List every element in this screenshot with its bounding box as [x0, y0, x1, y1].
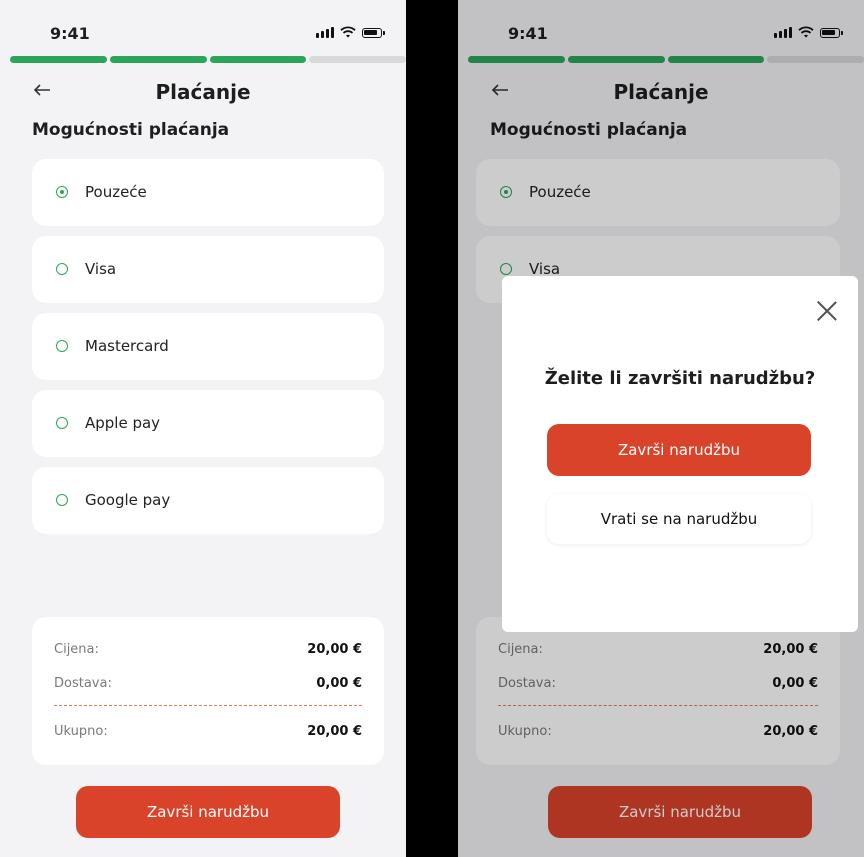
status-bar: 9:41	[0, 0, 406, 56]
payment-option-mastercard[interactable]: Mastercard	[32, 313, 384, 380]
confirm-order-modal: Želite li završiti narudžbu? Završi naru…	[502, 276, 858, 632]
delivery-label: Dostava:	[54, 676, 112, 691]
payment-option-label: Google pay	[85, 491, 171, 509]
payment-option-label: Pouzeće	[85, 183, 147, 201]
status-icons	[316, 26, 385, 38]
radio-icon[interactable]	[56, 263, 68, 275]
modal-complete-order-button[interactable]: Završi narudžbu	[547, 424, 811, 476]
checkout-progress	[10, 56, 406, 63]
radio-icon[interactable]	[56, 340, 68, 352]
summary-row-delivery: Dostava: 0,00 €	[54, 676, 362, 691]
battery-icon	[362, 28, 385, 38]
radio-icon[interactable]	[56, 417, 68, 429]
radio-icon[interactable]	[56, 186, 68, 198]
modal-question: Želite li završiti narudžbu?	[544, 368, 816, 389]
radio-icon[interactable]	[56, 494, 68, 506]
payment-option-pouzece[interactable]: Pouzeće	[32, 159, 384, 226]
total-value: 20,00 €	[307, 724, 362, 739]
progress-step	[109, 56, 207, 63]
section-title: Mogućnosti plaćanja	[32, 120, 230, 140]
page-title: Plaćanje	[155, 80, 251, 104]
payment-option-label: Apple pay	[85, 414, 161, 432]
status-time: 9:41	[50, 24, 90, 43]
progress-step	[209, 56, 307, 63]
price-value: 20,00 €	[307, 642, 362, 657]
summary-row-price: Cijena: 20,00 €	[54, 642, 362, 657]
progress-step	[10, 56, 107, 63]
summary-divider	[54, 705, 362, 706]
payment-options-list: Pouzeće Visa Mastercard Apple pay Google…	[32, 159, 384, 544]
summary-row-total: Ukupno: 20,00 €	[54, 724, 362, 739]
progress-step	[309, 56, 406, 63]
payment-option-label: Mastercard	[85, 337, 169, 355]
wifi-icon	[340, 26, 356, 38]
payment-option-google-pay[interactable]: Google pay	[32, 467, 384, 534]
payment-option-visa[interactable]: Visa	[32, 236, 384, 303]
signal-icon	[316, 27, 334, 38]
complete-order-button[interactable]: Završi narudžbu	[76, 786, 340, 838]
phone-screen-payment-modal: 9:41 Plaćanje Mogućnosti plaćanja Pouzeć…	[458, 0, 864, 857]
delivery-value: 0,00 €	[316, 676, 362, 691]
close-icon[interactable]	[816, 300, 838, 322]
price-label: Cijena:	[54, 642, 99, 657]
order-summary: Cijena: 20,00 € Dostava: 0,00 € Ukupno: …	[32, 617, 384, 765]
payment-option-label: Visa	[85, 260, 117, 278]
total-label: Ukupno:	[54, 724, 108, 739]
modal-return-button[interactable]: Vrati se na narudžbu	[547, 494, 811, 544]
phone-screen-payment: 9:41 Plaćanje Mogućnosti plaćanja Pouzeć…	[0, 0, 406, 857]
payment-option-apple-pay[interactable]: Apple pay	[32, 390, 384, 457]
